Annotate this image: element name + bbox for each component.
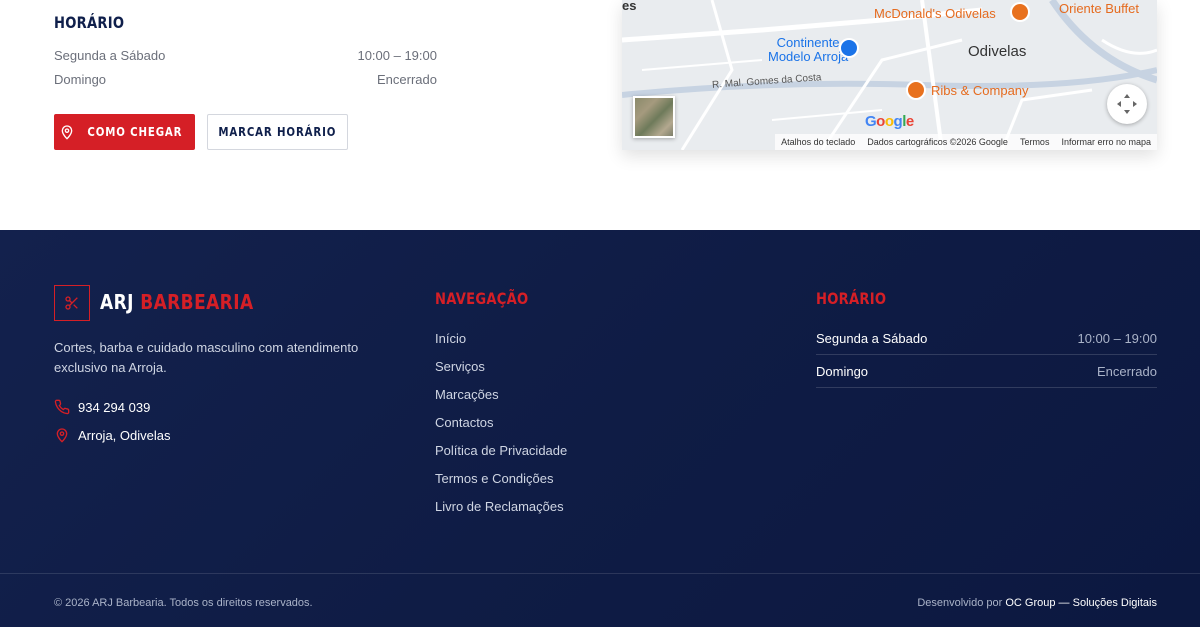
hours-day: Domingo — [54, 72, 107, 87]
hours-row: Domingo Encerrado — [54, 72, 437, 87]
logo-mark — [54, 285, 90, 321]
book-label: MARCAR HORÁRIO — [218, 125, 337, 139]
brand-name-accent: BARBEARIA — [140, 290, 254, 314]
book-button[interactable]: MARCAR HORÁRIO — [207, 114, 348, 150]
restaurant-pin-icon[interactable] — [1010, 2, 1030, 22]
developer-link[interactable]: OC Group — Soluções Digitais — [1005, 597, 1157, 609]
hours-time: Encerrado — [377, 72, 437, 87]
developer-credit: Desenvolvido por OC Group — Soluções Dig… — [917, 597, 1157, 609]
nav-link-privacidade[interactable]: Política de Privacidade — [435, 443, 567, 458]
pan-arrows-icon — [1117, 94, 1137, 114]
map-label: Oriente Buffet — [1059, 1, 1139, 16]
hours-day: Segunda a Sábado — [54, 48, 166, 63]
location-contact: Arroja, Odivelas — [54, 427, 170, 443]
embedded-map[interactable]: es McDonald's Odivelas Oriente Buffet Co… — [622, 0, 1157, 150]
hours-title: HORÁRIO — [54, 13, 125, 32]
location-section: HORÁRIO Segunda a Sábado 10:00 – 19:00 D… — [0, 0, 1200, 230]
google-logo: Google — [865, 113, 914, 130]
restaurant-pin-icon[interactable] — [906, 80, 926, 100]
satellite-toggle[interactable] — [633, 96, 675, 138]
brand-name: ARJ BARBEARIA — [100, 290, 254, 314]
footer-hours-time: 10:00 – 19:00 — [1077, 331, 1157, 346]
location-text: Arroja, Odivelas — [78, 427, 171, 443]
map-pan-control[interactable] — [1107, 84, 1147, 124]
map-label: McDonald's Odivelas — [874, 6, 996, 21]
copyright: © 2026 ARJ Barbearia. Todos os direitos … — [54, 597, 313, 609]
footer-hours-row: Segunda a Sábado 10:00 – 19:00 — [816, 331, 1157, 355]
nav-link-contactos[interactable]: Contactos — [435, 415, 494, 430]
directions-button[interactable]: COMO CHEGAR — [54, 114, 195, 150]
map-label: Ribs & Company — [931, 83, 1029, 98]
brand-description: Cortes, barba e cuidado masculino com at… — [54, 340, 359, 375]
phone-contact[interactable]: 934 294 039 — [54, 399, 150, 415]
nav-link-marcacoes[interactable]: Marcações — [435, 387, 499, 402]
footer-hours-day: Domingo — [816, 364, 869, 379]
map-attribution: Atalhos do teclado Dados cartográficos ©… — [775, 134, 1157, 150]
map-label-line: Modelo Arroja — [768, 49, 849, 64]
directions-label: COMO CHEGAR — [86, 125, 182, 139]
scissors-icon — [65, 296, 78, 310]
footer-hours-day: Segunda a Sábado — [816, 331, 928, 346]
nav-title: NAVEGAÇÃO — [435, 289, 529, 308]
footer-hours-row: Domingo Encerrado — [816, 364, 1157, 388]
hours-row: Segunda a Sábado 10:00 – 19:00 — [54, 48, 437, 63]
nav-link-termos[interactable]: Termos e Condições — [435, 471, 554, 486]
phone-icon — [54, 399, 70, 415]
map-report-link[interactable]: Informar erro no mapa — [1061, 137, 1151, 147]
map-data-credit: Dados cartográficos ©2026 Google — [867, 137, 1008, 147]
footer-hours-time: Encerrado — [1097, 364, 1157, 379]
map-label-line: Continente — [776, 35, 840, 50]
hours-time: 10:00 – 19:00 — [357, 48, 437, 63]
developer-prefix: Desenvolvido por — [917, 597, 1003, 609]
footer-hours-title: HORÁRIO — [816, 289, 887, 308]
map-pin-icon — [56, 428, 68, 443]
map-label: Odivelas — [968, 43, 1027, 60]
phone-number: 934 294 039 — [78, 399, 151, 415]
map-label: Continente Modelo Arroja — [768, 36, 848, 64]
keyboard-shortcuts-link[interactable]: Atalhos do teclado — [781, 137, 855, 147]
map-pin-icon — [61, 125, 72, 140]
map-label: es — [622, 0, 637, 13]
nav-link-servicos[interactable]: Serviços — [435, 359, 485, 374]
footer-divider — [0, 573, 1200, 574]
brand-name-part: ARJ — [100, 290, 134, 314]
nav-link-reclamacoes[interactable]: Livro de Reclamações — [435, 499, 564, 514]
shopping-pin-icon[interactable] — [839, 38, 859, 58]
map-terms-link[interactable]: Termos — [1020, 137, 1050, 147]
nav-link-inicio[interactable]: Início — [435, 331, 466, 346]
